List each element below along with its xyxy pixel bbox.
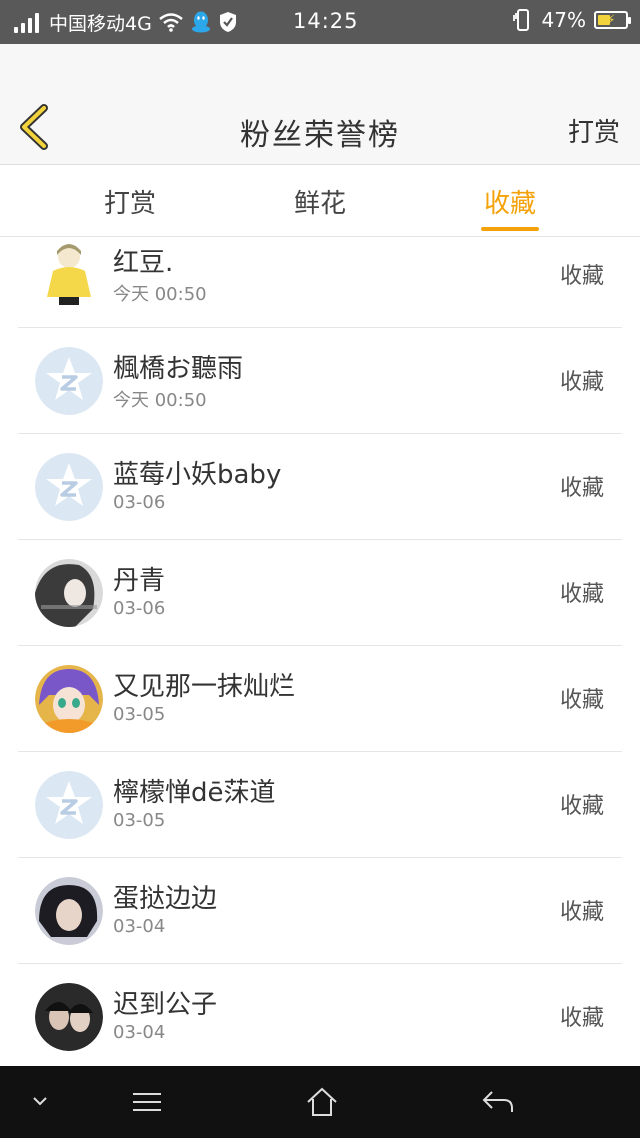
carrier-label: 中国移动4G bbox=[49, 12, 152, 35]
status-bar: 中国移动4G 14:25 47% ⚡ bbox=[0, 0, 640, 44]
fan-name: 楓橋お聽雨 bbox=[113, 354, 244, 384]
tab-flowers[interactable]: 鲜花 bbox=[260, 165, 380, 237]
header: 粉丝荣誉榜 打赏 bbox=[0, 44, 640, 165]
tab-favorites[interactable]: 收藏 bbox=[450, 165, 570, 237]
fan-name: 又见那一抹灿烂 bbox=[113, 672, 296, 702]
fan-time: 今天 00:50 bbox=[113, 390, 207, 411]
tab-label: 收藏 bbox=[483, 188, 536, 219]
default-avatar-icon bbox=[35, 453, 103, 521]
photo-avatar-icon bbox=[35, 877, 103, 945]
list-item[interactable]: 迟到公子 03-04 收藏 bbox=[18, 964, 622, 1066]
favorite-label: 收藏 bbox=[559, 264, 604, 289]
avatar bbox=[35, 559, 103, 627]
list-item[interactable]: 丹青 03-06 收藏 bbox=[18, 540, 622, 646]
menu-icon[interactable] bbox=[130, 1084, 164, 1120]
list-item[interactable]: 檸檬惮dē莯道 03-05 收藏 bbox=[18, 752, 622, 858]
list-item[interactable]: 蛋挞边边 03-04 收藏 bbox=[18, 858, 622, 964]
chevron-down-icon[interactable] bbox=[28, 1084, 52, 1120]
reward-button[interactable]: 打赏 bbox=[568, 112, 620, 149]
fan-list[interactable]: 红豆. 今天 00:50 收藏 楓橋お聽雨 今天 00:50 收藏 蓝莓小妖ba… bbox=[0, 238, 640, 1066]
clock: 14:25 bbox=[293, 9, 359, 33]
shield-icon bbox=[219, 12, 236, 32]
fan-name: 红豆. bbox=[113, 248, 174, 278]
signal-icon bbox=[14, 11, 39, 33]
avatar bbox=[35, 453, 103, 521]
tab-bar: 打赏 鲜花 收藏 bbox=[0, 165, 640, 237]
qq-icon bbox=[191, 11, 210, 33]
list-item[interactable]: 楓橋お聽雨 今天 00:50 收藏 bbox=[18, 328, 622, 434]
list-item[interactable]: 又见那一抹灿烂 03-05 收藏 bbox=[18, 646, 622, 752]
battery-icon: ⚡ bbox=[594, 11, 631, 29]
favorite-label: 收藏 bbox=[559, 688, 604, 713]
avatar bbox=[35, 665, 103, 733]
fan-name: 蓝莓小妖baby bbox=[113, 460, 282, 490]
status-right: 47% ⚡ bbox=[512, 8, 631, 32]
tab-indicator bbox=[481, 227, 539, 231]
favorite-label: 收藏 bbox=[559, 794, 604, 819]
anime-avatar-icon bbox=[35, 665, 103, 733]
fan-time: 03-04 bbox=[113, 1022, 166, 1043]
avatar bbox=[35, 877, 103, 945]
favorite-label: 收藏 bbox=[559, 370, 604, 395]
favorite-label: 收藏 bbox=[559, 476, 604, 501]
list-item[interactable]: 红豆. 今天 00:50 收藏 bbox=[18, 238, 622, 328]
back-icon[interactable] bbox=[480, 1084, 516, 1120]
bolt-icon: ⚡ bbox=[606, 12, 616, 28]
favorite-label: 收藏 bbox=[559, 900, 604, 925]
photo-avatar-icon bbox=[35, 559, 103, 627]
avatar bbox=[35, 771, 103, 839]
fan-time: 03-05 bbox=[113, 704, 166, 725]
fan-time: 03-05 bbox=[113, 810, 166, 831]
list-item[interactable]: 蓝莓小妖baby 03-06 收藏 bbox=[18, 434, 622, 540]
phone-vibrate-icon bbox=[512, 9, 529, 31]
tab-label: 打赏 bbox=[103, 188, 156, 219]
page-title: 粉丝荣誉榜 bbox=[240, 118, 400, 153]
default-avatar-icon bbox=[35, 771, 103, 839]
fan-time: 03-06 bbox=[113, 492, 166, 513]
avatar bbox=[35, 983, 103, 1051]
photo-avatar-icon bbox=[35, 983, 103, 1051]
fan-name: 檸檬惮dē莯道 bbox=[113, 778, 276, 808]
fan-name: 迟到公子 bbox=[113, 990, 218, 1020]
tab-label: 鲜花 bbox=[293, 188, 346, 219]
status-left: 中国移动4G bbox=[14, 9, 238, 36]
fan-name: 丹青 bbox=[113, 566, 166, 596]
wifi-icon bbox=[159, 13, 183, 32]
default-avatar-icon bbox=[35, 347, 103, 415]
avatar bbox=[35, 347, 103, 415]
avatar bbox=[35, 241, 103, 309]
battery-percent: 47% bbox=[541, 8, 586, 32]
cartoon-girl-icon bbox=[47, 244, 91, 305]
favorite-label: 收藏 bbox=[559, 582, 604, 607]
tab-reward[interactable]: 打赏 bbox=[70, 165, 190, 237]
fan-time: 今天 00:50 bbox=[113, 284, 207, 305]
system-nav-bar bbox=[0, 1066, 640, 1138]
fan-time: 03-04 bbox=[113, 916, 166, 937]
favorite-label: 收藏 bbox=[559, 1006, 604, 1031]
fan-time: 03-06 bbox=[113, 598, 166, 619]
fan-name: 蛋挞边边 bbox=[113, 884, 218, 914]
home-icon[interactable] bbox=[304, 1084, 340, 1120]
